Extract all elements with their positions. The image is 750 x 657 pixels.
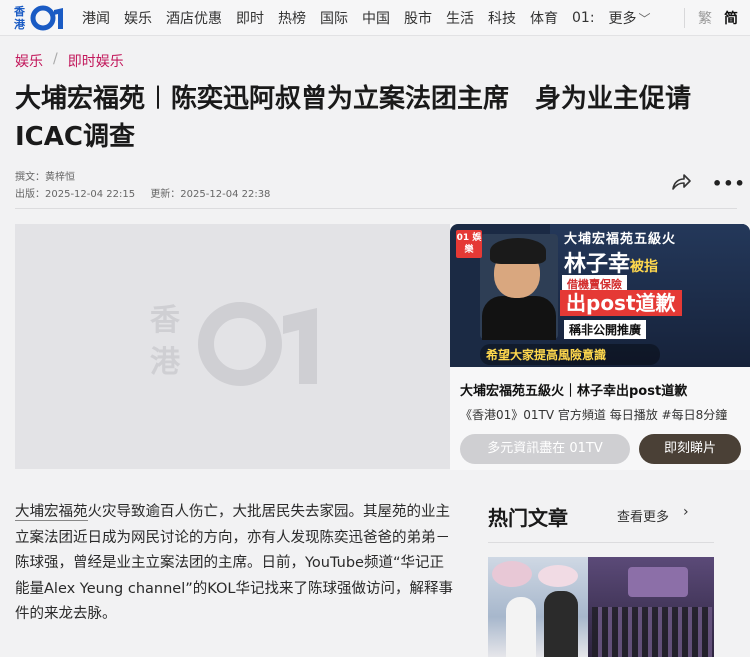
keyword-link[interactable]: 大埔宏福苑 [15,504,88,521]
video-thumbnail[interactable]: 01 娛樂 大埔宏福苑五級火 林子幸被指 借機賣保險 出post道歉 稱非公開推… [450,224,750,367]
entertainment-badge: 01 娛樂 [456,230,482,258]
simplified-chinese-toggle[interactable]: 简 [724,8,738,28]
nav-divider [684,8,685,28]
nav-item-entertainment[interactable]: 娱乐 [124,8,152,28]
chevron-down-icon[interactable]: ﹀ [639,10,651,27]
nav-item-hotel-deals[interactable]: 酒店优惠 [166,8,222,28]
video-subtitle: 《香港01》01TV 官方頻道 每日播放 #每日8分鐘 [460,408,728,422]
nav-item-life[interactable]: 生活 [446,8,474,28]
share-icon[interactable] [670,172,692,192]
nav-item-china[interactable]: 中国 [362,8,390,28]
hk01-logo[interactable]: 香港 [14,3,70,33]
more-options-icon[interactable]: ••• [712,174,746,193]
nav-item-local[interactable]: 港闻 [82,8,110,28]
nav-item-stocks[interactable]: 股市 [404,8,432,28]
thumbnail-person-body [482,296,556,340]
chevron-right-icon[interactable]: › [683,504,689,520]
thumbnail-post-subcaption: 稱非公開推廣 [564,320,647,339]
breadcrumb-entertainment[interactable]: 娱乐 [15,51,43,71]
placeholder-han-text: 香港 [150,303,180,380]
logo-01-mark [30,5,63,31]
nav-items: 港闻 娱乐 酒店优惠 即时 热榜 国际 中国 股市 生活 科技 体育 01: 更… [82,0,665,36]
video-title[interactable]: 大埔宏福苑五級火｜林子幸出post道歉 [460,380,746,399]
breadcrumb-instant-entertainment[interactable]: 即时娱乐 [68,51,124,71]
hot-thumb-crowd [592,607,712,657]
watch-now-button[interactable]: 即刻睇片 [639,434,741,464]
nav-item-tech[interactable]: 科技 [488,8,516,28]
nav-item-more[interactable]: 更多 [609,8,637,28]
thumbnail-name-suffix: 被指 [630,259,659,275]
thumbnail-post-caption: 出post道歉 [560,290,682,316]
logo-han-text: 香港 [14,5,25,31]
thumbnail-bottom-caption: 希望大家提高風險意識 [480,344,660,365]
article-headline: 大埔宏福苑︱陈奕迅阿叔曾为立案法团主席 身为业主促请ICAC调查 [15,84,692,152]
01tv-more-button[interactable]: 多元資訊盡在 01TV [460,434,630,464]
thumbnail-caption-line1: 大埔宏福苑五級火 [564,232,677,247]
hot-articles-more-link[interactable]: 查看更多 [617,506,669,525]
article-paragraph-text: 火灾导致逾百人伤亡，大批居民失去家园。其屋苑的业主立案法团近日成为网民讨论的方向… [15,504,453,622]
hot-thumb-person-1 [506,597,536,657]
thumbnail-name-text: 林子幸 [564,252,631,277]
thumbnail-person-hair [490,238,546,264]
hot-articles-heading: 热门文章 [488,506,568,530]
nav-item-01[interactable]: 01: [572,10,595,26]
nav-item-international[interactable]: 国际 [320,8,348,28]
hot-articles-divider [488,542,714,543]
hot-thumb-stage [628,567,688,597]
nav-item-instant[interactable]: 即时 [236,8,264,28]
hot-thumb-flowers-1 [492,561,532,587]
breadcrumb-separator: / [53,51,58,67]
date-line: 出版：2025-12-04 22:15 更新：2025-12-04 22:38 [15,185,282,200]
traditional-chinese-toggle[interactable]: 繁 [698,8,712,28]
header-divider [15,208,737,209]
updated-date: 更新：2025-12-04 22:38 [150,189,271,200]
published-date: 出版：2025-12-04 22:15 [15,189,136,200]
nav-item-sports[interactable]: 体育 [530,8,558,28]
author-line: 撰文：黄梓恒 [15,172,75,183]
hot-thumb-person-2 [544,591,578,657]
placeholder-01-logo [198,302,317,386]
hot-thumb-flowers-2 [538,565,578,587]
top-navbar: 香港 港闻 娱乐 酒店优惠 即时 热榜 国际 中国 股市 生活 科技 体育 01… [0,0,750,36]
hot-article-thumbnail[interactable] [488,557,714,657]
nav-item-trending[interactable]: 热榜 [278,8,306,28]
breadcrumb: 娱乐 / 即时娱乐 [15,51,124,71]
article-paragraph: 大埔宏福苑火灾导致逾百人伤亡，大批居民失去家园。其屋苑的业主立案法团近日成为网民… [15,500,455,628]
article-image-placeholder: 香港 [15,224,450,469]
thumbnail-name: 林子幸被指 [564,246,658,278]
video-card[interactable]: 01 娛樂 大埔宏福苑五級火 林子幸被指 借機賣保險 出post道歉 稱非公開推… [450,224,750,470]
